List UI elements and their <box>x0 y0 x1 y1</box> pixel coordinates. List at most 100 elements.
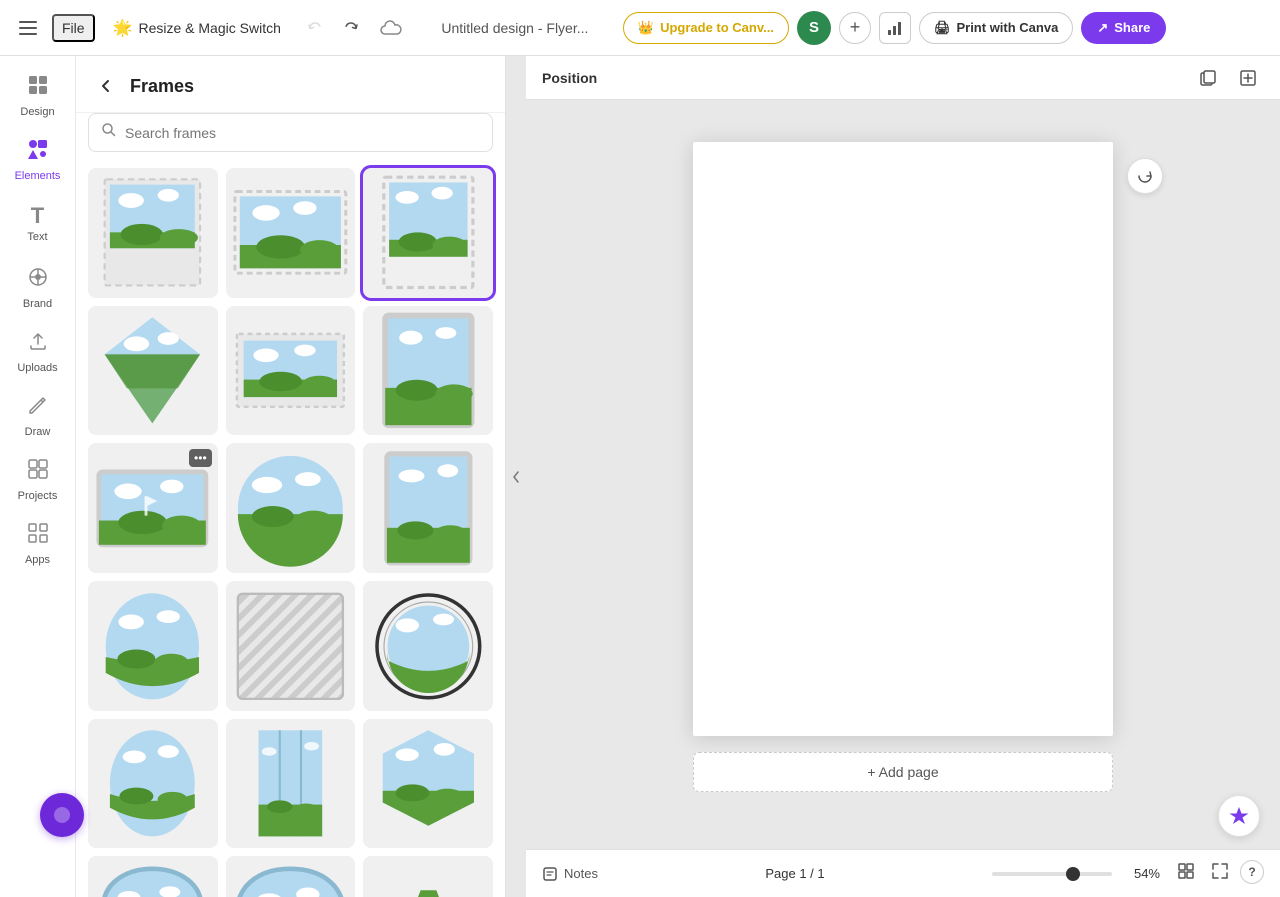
add-to-frame-button[interactable] <box>1232 62 1264 94</box>
sidebar-item-apps[interactable]: Apps <box>4 512 72 576</box>
frame-item[interactable] <box>226 443 356 573</box>
apps-icon <box>27 522 49 550</box>
frames-grid: ••• <box>88 168 493 897</box>
frame-item[interactable] <box>88 719 218 849</box>
cloud-save-button[interactable] <box>375 12 407 44</box>
uploads-label: Uploads <box>17 362 57 374</box>
document-title[interactable]: Untitled design - Flyer... <box>415 20 615 36</box>
view-buttons: ? <box>1172 860 1264 888</box>
help-button[interactable]: ? <box>1240 860 1264 884</box>
frame-item[interactable] <box>363 168 493 298</box>
frame-item[interactable]: A <box>363 856 493 897</box>
brand-icon <box>27 266 49 294</box>
fullscreen-button[interactable] <box>1206 860 1234 888</box>
add-page-button[interactable]: + Add page <box>693 752 1113 792</box>
frame-more-options[interactable]: ••• <box>189 449 212 467</box>
resize-label: Resize & Magic Switch <box>138 20 280 36</box>
zoom-area: 54% <box>992 866 1160 881</box>
share-icon: ↗ <box>1097 20 1108 36</box>
sidebar-item-elements[interactable]: Elements <box>4 128 72 192</box>
print-label: Print with Canva <box>956 20 1058 35</box>
canvas-scroll-area[interactable]: + Add page <box>526 100 1280 849</box>
purple-dot-button[interactable] <box>40 793 84 837</box>
add-collaborator-button[interactable]: + <box>839 12 871 44</box>
zoom-thumb[interactable] <box>1066 867 1080 881</box>
share-button[interactable]: ↗ Share <box>1081 12 1166 44</box>
frame-item[interactable] <box>363 306 493 436</box>
zoom-label: 54% <box>1120 866 1160 881</box>
notes-button[interactable]: Notes <box>542 866 598 882</box>
zoom-slider[interactable] <box>992 872 1112 876</box>
refresh-button[interactable] <box>1127 158 1163 194</box>
frame-item[interactable] <box>88 581 218 711</box>
topbar: File 🌟 Resize & Magic Switch Untitled de… <box>0 0 1280 56</box>
text-icon: T <box>31 205 44 227</box>
avatar-button[interactable]: S <box>797 11 831 45</box>
svg-text:A: A <box>388 866 468 897</box>
bottom-bar: Notes Page 1 / 1 54% ? <box>526 849 1280 897</box>
design-label: Design <box>20 106 54 118</box>
search-input[interactable] <box>125 125 480 141</box>
grid-view-button[interactable] <box>1172 860 1200 888</box>
canva-helper-button[interactable] <box>1218 795 1260 837</box>
position-bar: Position <box>526 56 1280 100</box>
frame-item[interactable] <box>363 581 493 711</box>
hide-panel-button[interactable] <box>506 56 526 897</box>
undo-button[interactable] <box>299 12 331 44</box>
purple-dot-inner <box>54 807 70 823</box>
sidebar-item-projects[interactable]: Projects <box>4 448 72 512</box>
frame-item[interactable] <box>226 168 356 298</box>
crown-icon: 👑 <box>638 20 654 36</box>
analytics-button[interactable] <box>879 12 911 44</box>
frame-item[interactable] <box>363 719 493 849</box>
frames-panel: Frames <box>76 56 506 897</box>
print-button[interactable]: 🖨 Print with Canva <box>919 12 1073 44</box>
upgrade-label: Upgrade to Canv... <box>660 20 774 35</box>
sidebar-item-draw[interactable]: Draw <box>4 384 72 448</box>
text-label: Text <box>27 231 47 243</box>
uploads-icon <box>27 330 49 358</box>
undo-redo-group <box>299 12 367 44</box>
frame-item[interactable] <box>88 306 218 436</box>
sidebar-item-brand[interactable]: Brand <box>4 256 72 320</box>
sidebar: Design Elements T Text Brand Uploads <box>0 56 76 897</box>
magic-icon: 🌟 <box>113 18 133 38</box>
canvas-document[interactable] <box>693 142 1113 736</box>
redo-button[interactable] <box>335 12 367 44</box>
frames-title: Frames <box>130 76 194 97</box>
canvas-wrapper <box>693 142 1113 736</box>
sidebar-item-design[interactable]: Design <box>4 64 72 128</box>
frame-item[interactable] <box>226 719 356 849</box>
share-label: Share <box>1114 20 1150 35</box>
sidebar-item-text[interactable]: T Text <box>4 192 72 256</box>
position-icons <box>1192 62 1264 94</box>
menu-icon[interactable] <box>12 12 44 44</box>
frame-item[interactable] <box>88 168 218 298</box>
page-info: Page 1 / 1 <box>610 866 980 881</box>
search-icon <box>101 122 117 143</box>
frame-item[interactable] <box>88 856 218 897</box>
frames-header: Frames <box>76 56 505 113</box>
upgrade-button[interactable]: 👑 Upgrade to Canv... <box>623 12 789 44</box>
draw-label: Draw <box>25 426 51 438</box>
copy-style-button[interactable] <box>1192 62 1224 94</box>
draw-icon <box>27 394 49 422</box>
frame-item[interactable]: ••• <box>88 443 218 573</box>
frame-item[interactable] <box>226 581 356 711</box>
sidebar-item-uploads[interactable]: Uploads <box>4 320 72 384</box>
notes-label: Notes <box>564 866 598 881</box>
frame-item[interactable] <box>363 443 493 573</box>
resize-magic-switch-button[interactable]: 🌟 Resize & Magic Switch <box>103 12 291 44</box>
file-menu[interactable]: File <box>52 14 95 42</box>
main-area: Design Elements T Text Brand Uploads <box>0 56 1280 897</box>
frame-item[interactable] <box>226 306 356 436</box>
projects-label: Projects <box>18 490 58 502</box>
frames-grid-container: ••• <box>76 164 505 897</box>
projects-icon <box>27 458 49 486</box>
canvas-area: Position + Add page <box>526 56 1280 897</box>
elements-icon <box>27 138 49 166</box>
elements-label: Elements <box>15 170 61 182</box>
frame-item[interactable] <box>226 856 356 897</box>
back-button[interactable] <box>92 72 120 100</box>
position-label: Position <box>542 70 597 86</box>
